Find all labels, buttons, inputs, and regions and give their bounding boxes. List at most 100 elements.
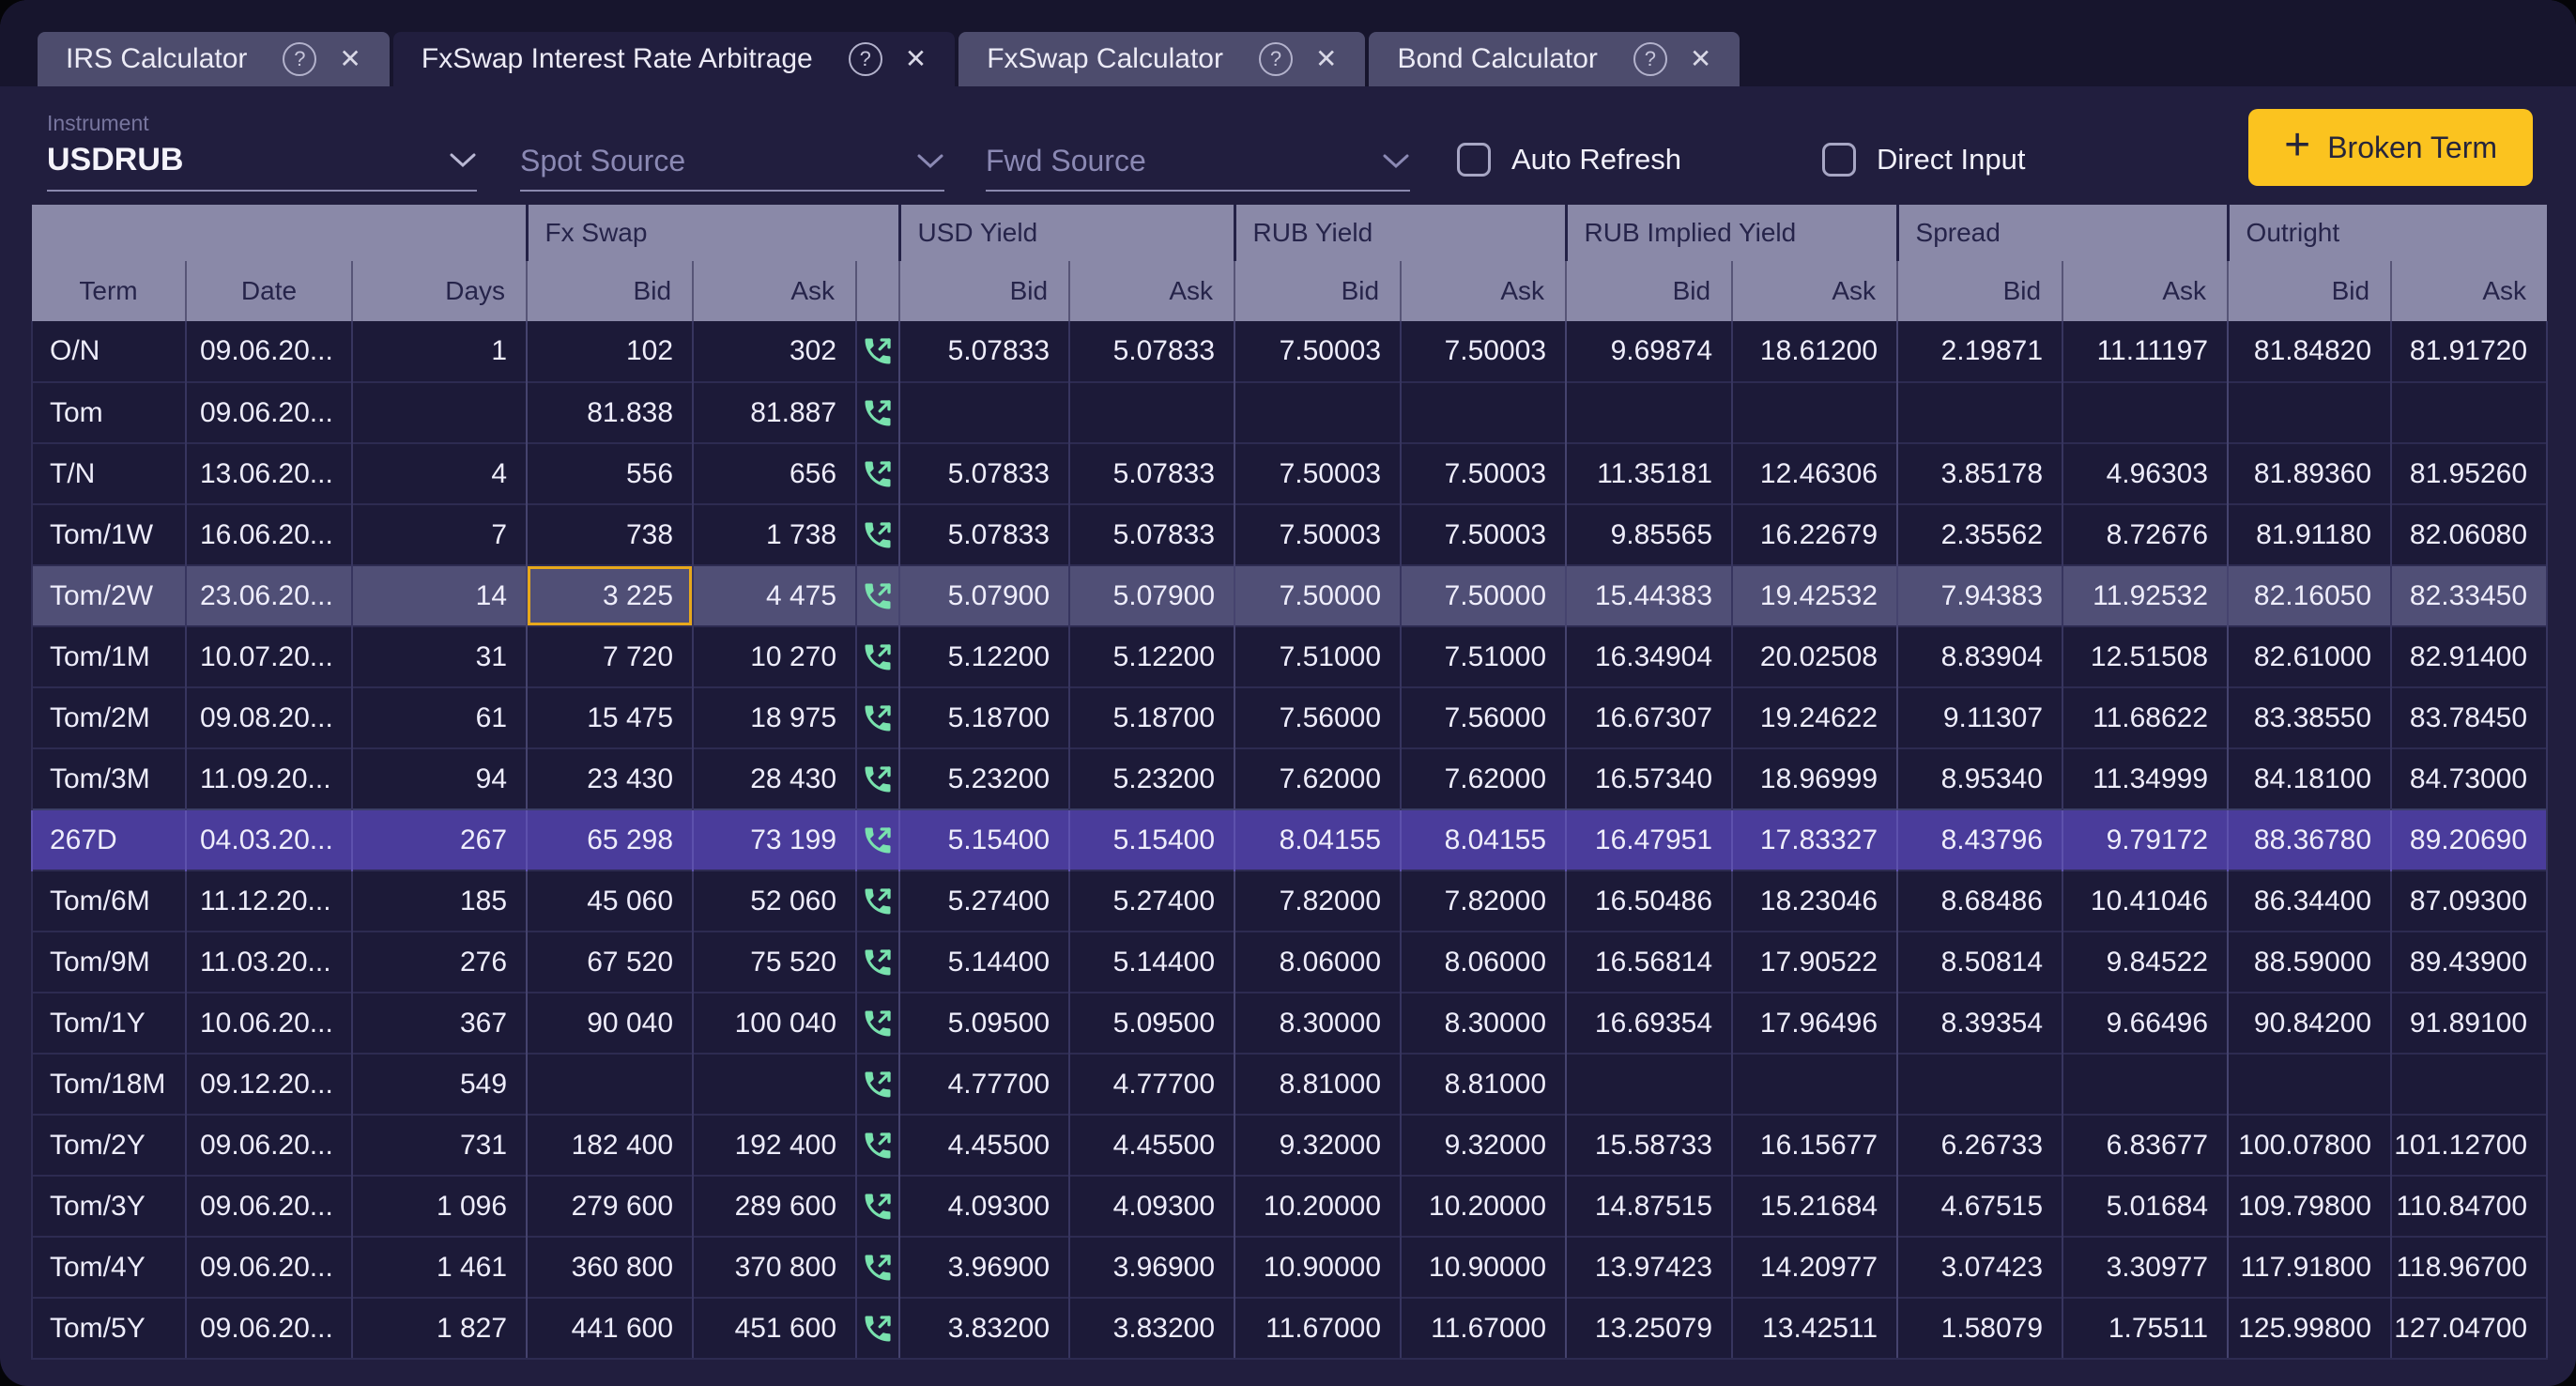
cell-fxswap-bid[interactable]: 67 520	[527, 932, 693, 993]
cell-term[interactable]: Tom/1M	[32, 626, 186, 687]
cell-outright-ask[interactable]: 118.96700	[2391, 1237, 2547, 1298]
direct-input-control[interactable]: Direct Input	[1822, 143, 2026, 177]
help-icon[interactable]: ?	[849, 42, 882, 76]
cell-spread-bid[interactable]: 8.43796	[1897, 809, 2062, 870]
cell-usd-yield-bid[interactable]: 5.07900	[899, 565, 1069, 626]
cell-rub-yield-ask[interactable]: 7.50003	[1401, 504, 1566, 565]
call-button[interactable]	[856, 1176, 899, 1237]
call-button[interactable]	[856, 1115, 899, 1176]
tab-fxswap-interest-rate-arbitrage[interactable]: FxSwap Interest Rate Arbitrage ? ✕	[393, 32, 955, 86]
cell-rub-yield-bid[interactable]: 7.50000	[1234, 565, 1401, 626]
help-icon[interactable]: ?	[283, 42, 316, 76]
cell-term[interactable]: Tom/1Y	[32, 993, 186, 1054]
cell-rub-implied-ask[interactable]: 17.96496	[1732, 993, 1897, 1054]
table-row[interactable]: Tom/18M 09.12.20... 549 4.77700 4.77700 …	[32, 1054, 2547, 1115]
cell-rub-implied-bid[interactable]: 15.58733	[1566, 1115, 1732, 1176]
cell-date[interactable]: 09.06.20...	[186, 1298, 352, 1359]
cell-spread-ask[interactable]: 11.11197	[2062, 321, 2228, 382]
cell-date[interactable]: 04.03.20...	[186, 809, 352, 870]
cell-fxswap-ask[interactable]: 75 520	[693, 932, 856, 993]
cell-date[interactable]: 11.03.20...	[186, 932, 352, 993]
cell-spread-ask[interactable]: 11.92532	[2062, 565, 2228, 626]
cell-usd-yield-bid[interactable]: 5.09500	[899, 993, 1069, 1054]
cell-fxswap-bid[interactable]: 102	[527, 321, 693, 382]
cell-outright-bid[interactable]: 81.89360	[2228, 443, 2391, 504]
cell-usd-yield-bid[interactable]: 3.83200	[899, 1298, 1069, 1359]
cell-outright-bid[interactable]: 117.91800	[2228, 1237, 2391, 1298]
cell-rub-implied-bid[interactable]: 16.50486	[1566, 870, 1732, 932]
cell-fxswap-bid[interactable]	[527, 1054, 693, 1115]
cell-spread-ask[interactable]: 9.79172	[2062, 809, 2228, 870]
cell-date[interactable]: 09.06.20...	[186, 1176, 352, 1237]
table-row[interactable]: T/N 13.06.20... 4 556 656 5.07833 5.0783…	[32, 443, 2547, 504]
cell-spread-bid[interactable]: 8.95340	[1897, 748, 2062, 809]
cell-outright-bid[interactable]: 82.61000	[2228, 626, 2391, 687]
auto-refresh-checkbox[interactable]	[1457, 143, 1491, 177]
cell-spread-ask[interactable]: 3.30977	[2062, 1237, 2228, 1298]
table-row[interactable]: Tom/5Y 09.06.20... 1 827 441 600 451 600…	[32, 1298, 2547, 1359]
table-row[interactable]: Tom/3Y 09.06.20... 1 096 279 600 289 600…	[32, 1176, 2547, 1237]
cell-usd-yield-bid[interactable]: 3.96900	[899, 1237, 1069, 1298]
cell-outright-ask[interactable]: 82.06080	[2391, 504, 2547, 565]
cell-spread-ask[interactable]: 9.66496	[2062, 993, 2228, 1054]
cell-usd-yield-ask[interactable]: 5.14400	[1069, 932, 1234, 993]
cell-rub-yield-ask[interactable]: 10.90000	[1401, 1237, 1566, 1298]
cell-rub-implied-bid[interactable]: 9.85565	[1566, 504, 1732, 565]
cell-rub-yield-ask[interactable]: 8.30000	[1401, 993, 1566, 1054]
cell-outright-ask[interactable]: 83.78450	[2391, 687, 2547, 748]
cell-fxswap-ask[interactable]: 73 199	[693, 809, 856, 870]
direct-input-checkbox[interactable]	[1822, 143, 1856, 177]
cell-rub-yield-bid[interactable]: 7.50003	[1234, 443, 1401, 504]
cell-usd-yield-bid[interactable]: 5.15400	[899, 809, 1069, 870]
cell-spread-bid[interactable]: 2.19871	[1897, 321, 2062, 382]
cell-spread-bid[interactable]: 7.94383	[1897, 565, 2062, 626]
call-button[interactable]	[856, 1237, 899, 1298]
cell-rub-yield-bid[interactable]: 8.04155	[1234, 809, 1401, 870]
cell-usd-yield-ask[interactable]: 3.96900	[1069, 1237, 1234, 1298]
cell-spread-ask[interactable]: 11.34999	[2062, 748, 2228, 809]
cell-date[interactable]: 09.08.20...	[186, 687, 352, 748]
call-button[interactable]	[856, 870, 899, 932]
cell-rub-yield-bid[interactable]: 7.56000	[1234, 687, 1401, 748]
cell-term[interactable]: Tom/5Y	[32, 1298, 186, 1359]
cell-rub-implied-bid[interactable]: 16.47951	[1566, 809, 1732, 870]
cell-rub-implied-ask[interactable]: 17.83327	[1732, 809, 1897, 870]
cell-days[interactable]: 276	[352, 932, 527, 993]
cell-rub-yield-ask[interactable]: 8.81000	[1401, 1054, 1566, 1115]
cell-spread-ask[interactable]: 8.72676	[2062, 504, 2228, 565]
cell-rub-yield-bid[interactable]: 7.50003	[1234, 321, 1401, 382]
cell-spread-bid[interactable]: 8.83904	[1897, 626, 2062, 687]
cell-spread-bid[interactable]	[1897, 1054, 2062, 1115]
call-button[interactable]	[856, 565, 899, 626]
cell-fxswap-bid[interactable]: 45 060	[527, 870, 693, 932]
cell-usd-yield-bid[interactable]	[899, 382, 1069, 443]
cell-usd-yield-bid[interactable]: 5.12200	[899, 626, 1069, 687]
cell-rub-implied-ask[interactable]: 19.24622	[1732, 687, 1897, 748]
cell-rub-implied-ask[interactable]: 18.96999	[1732, 748, 1897, 809]
cell-outright-bid[interactable]: 109.79800	[2228, 1176, 2391, 1237]
cell-outright-ask[interactable]: 84.73000	[2391, 748, 2547, 809]
call-button[interactable]	[856, 443, 899, 504]
cell-fxswap-ask[interactable]: 370 800	[693, 1237, 856, 1298]
cell-usd-yield-bid[interactable]: 5.27400	[899, 870, 1069, 932]
cell-usd-yield-ask[interactable]: 5.07833	[1069, 321, 1234, 382]
cell-usd-yield-ask[interactable]: 4.09300	[1069, 1176, 1234, 1237]
table-row[interactable]: Tom/9M 11.03.20... 276 67 520 75 520 5.1…	[32, 932, 2547, 993]
cell-outright-bid[interactable]: 81.91180	[2228, 504, 2391, 565]
cell-days[interactable]: 61	[352, 687, 527, 748]
cell-rub-yield-bid[interactable]: 7.51000	[1234, 626, 1401, 687]
cell-usd-yield-bid[interactable]: 5.14400	[899, 932, 1069, 993]
cell-term[interactable]: Tom	[32, 382, 186, 443]
call-button[interactable]	[856, 932, 899, 993]
cell-rub-implied-bid[interactable]	[1566, 1054, 1732, 1115]
cell-rub-implied-ask[interactable]: 19.42532	[1732, 565, 1897, 626]
cell-date[interactable]: 09.06.20...	[186, 382, 352, 443]
cell-rub-yield-ask[interactable]	[1401, 382, 1566, 443]
cell-outright-ask[interactable]: 81.95260	[2391, 443, 2547, 504]
cell-date[interactable]: 23.06.20...	[186, 565, 352, 626]
fwd-source-select[interactable]: Fwd Source	[986, 144, 1410, 192]
call-button[interactable]	[856, 626, 899, 687]
cell-usd-yield-ask[interactable]: 3.83200	[1069, 1298, 1234, 1359]
cell-days[interactable]: 185	[352, 870, 527, 932]
cell-days[interactable]: 7	[352, 504, 527, 565]
